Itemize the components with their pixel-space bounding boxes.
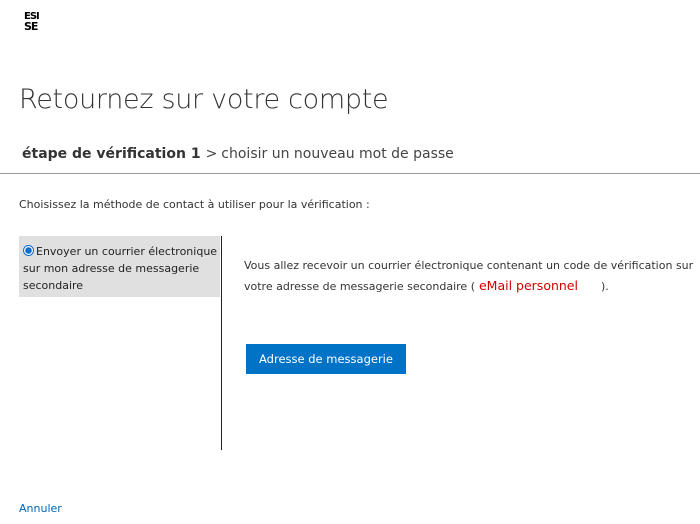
email-address-button[interactable]: Adresse de messagerie — [246, 344, 406, 374]
page-title: Retournez sur votre compte — [19, 84, 389, 115]
description-text: Vous allez recevoir un courrier électron… — [244, 259, 694, 293]
cancel-link[interactable]: Annuler — [19, 502, 62, 515]
next-step: choisir un nouveau mot de passe — [221, 146, 454, 162]
divider — [0, 173, 700, 174]
vertical-separator — [221, 236, 222, 450]
step-separator: > — [205, 146, 218, 162]
contact-method-list: Envoyer un courrier électronique sur mon… — [19, 236, 220, 297]
logo-text-bottom: SE — [24, 20, 38, 33]
method-description: Vous allez recevoir un courrier électron… — [244, 256, 694, 297]
method-label: Envoyer un courrier électronique sur mon… — [23, 245, 218, 292]
instruction-text: Choisissez la méthode de contact à utili… — [19, 198, 370, 211]
description-end: ). — [600, 280, 609, 293]
current-step: étape de vérification 1 — [22, 146, 201, 162]
breadcrumb: étape de vérification 1 > choisir un nouve… — [22, 146, 454, 162]
org-logo: ESI SE — [24, 12, 46, 36]
method-option-email[interactable]: Envoyer un courrier électronique sur mon… — [19, 236, 220, 297]
masked-email: eMail personnel — [478, 278, 578, 293]
method-radio[interactable] — [23, 245, 34, 256]
